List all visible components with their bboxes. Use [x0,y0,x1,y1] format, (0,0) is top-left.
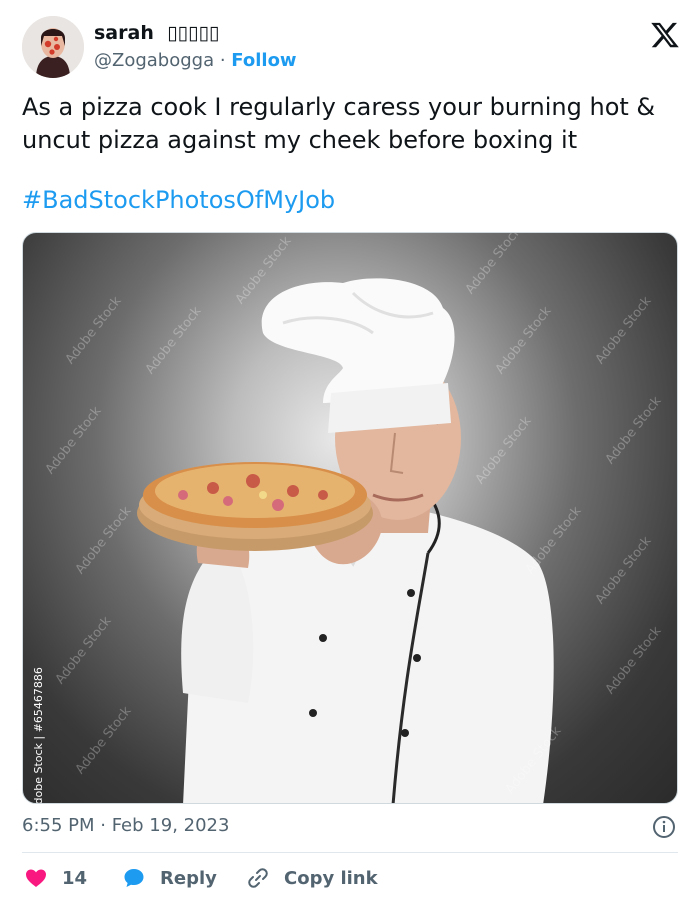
tweet-timestamp[interactable]: 6:55 PM · Feb 19, 2023 [22,813,229,839]
handle-separator: · [214,50,232,71]
name-block: sarah ▯▯▯▯▯ @Zogabogga · Follow [94,20,297,74]
like-button[interactable]: 14 [24,864,87,892]
link-icon [248,868,268,888]
copy-link-button[interactable]: Copy link [246,864,378,892]
tweet-header: sarah ▯▯▯▯▯ @Zogabogga · Follow [22,16,682,78]
handle-row: @Zogabogga · Follow [94,48,297,74]
tweet-photo[interactable]: Adobe Stock Adobe Stock Adobe Stock Adob… [22,232,678,804]
avatar-image [22,16,84,78]
action-bar: 14 Reply Copy link [22,864,678,892]
follow-button[interactable]: Follow [231,50,296,71]
stock-id-label: Adobe Stock | #65467886 [31,667,45,804]
tweet-text: As a pizza cook I regularly caress your … [22,93,656,154]
speech-bubble-icon [124,869,144,887]
heart-icon [26,869,46,887]
divider [22,852,678,853]
handle[interactable]: @Zogabogga [94,50,214,71]
info-icon[interactable] [652,815,676,839]
reply-label: Reply [160,867,217,889]
like-count: 14 [62,867,88,889]
x-logo-icon[interactable] [650,20,680,50]
reply-button[interactable]: Reply [122,864,217,892]
avatar[interactable] [22,16,84,78]
copy-link-label: Copy link [284,867,378,889]
hashtag-link[interactable]: #BadStockPhotosOfMyJob [22,184,335,217]
display-name[interactable]: sarah ▯▯▯▯▯ [94,20,297,46]
